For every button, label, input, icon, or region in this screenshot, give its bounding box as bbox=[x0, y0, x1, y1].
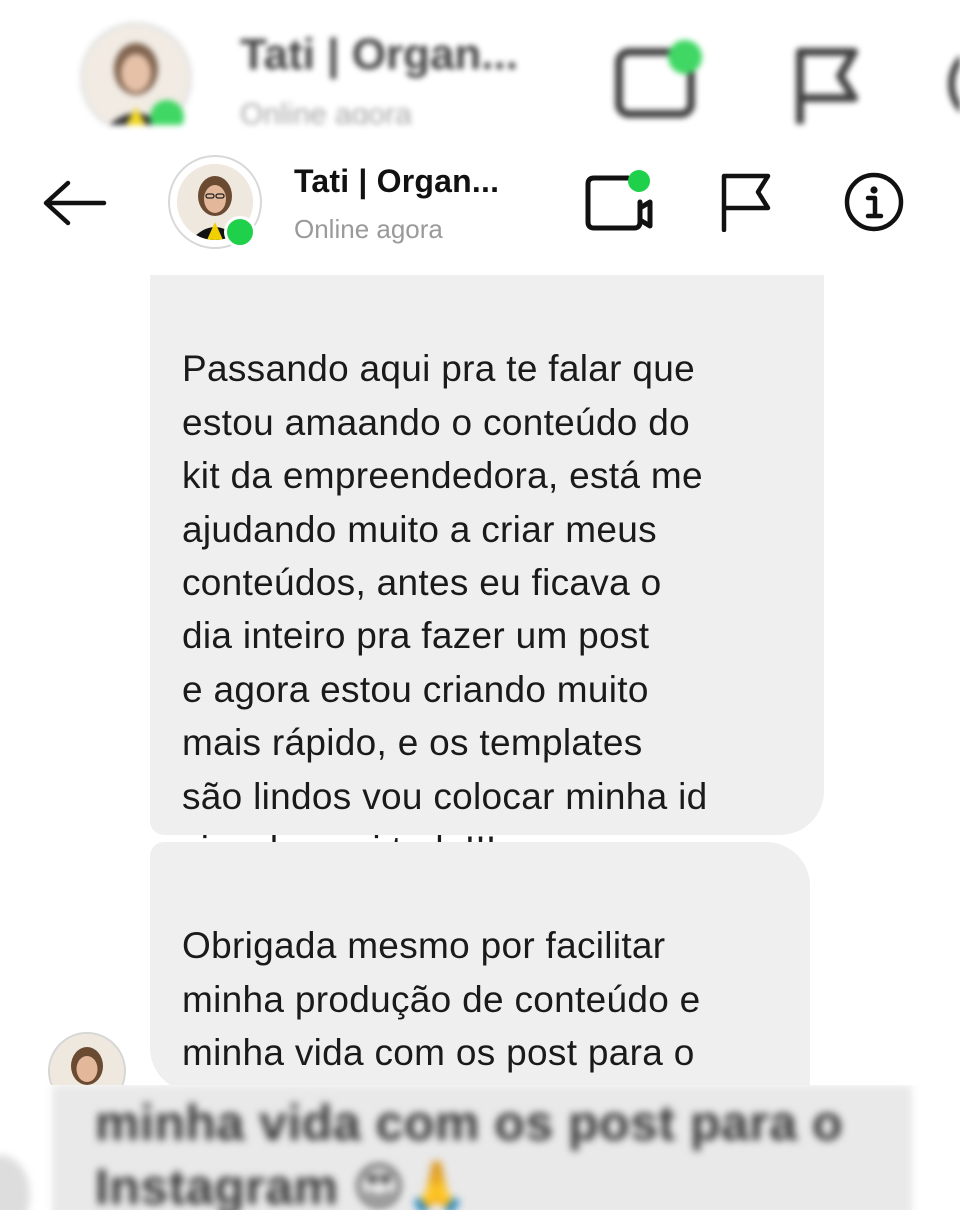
back-arrow-icon[interactable] bbox=[40, 178, 108, 228]
message-list[interactable]: Passando aqui pra te falar que estou ama… bbox=[0, 265, 960, 1127]
message-text: Passando aqui pra te falar que estou ama… bbox=[182, 348, 708, 870]
echo-avatar-fragment bbox=[0, 1155, 30, 1210]
blurred-header-echo: Tati | Organ... Online agora bbox=[0, 0, 960, 125]
chat-header bbox=[0, 140, 960, 265]
message-bubble[interactable]: Passando aqui pra te falar que estou ama… bbox=[150, 275, 824, 870]
online-status-dot bbox=[224, 216, 256, 248]
flag-icon[interactable] bbox=[716, 170, 774, 232]
echo-status: Online agora bbox=[240, 98, 412, 125]
message-bubble[interactable]: Obrigada mesmo por facilitar minha produ… bbox=[150, 842, 810, 1127]
video-call-icon[interactable] bbox=[584, 168, 656, 232]
blurred-message-echo: minha vida com os post para o Instagram … bbox=[0, 1085, 960, 1210]
echo-contact-name: Tati | Organ... bbox=[240, 30, 518, 79]
echo-video-dot bbox=[668, 40, 702, 74]
contact-name[interactable]: Tati | Organ... bbox=[294, 163, 499, 200]
info-icon[interactable] bbox=[842, 170, 906, 234]
contact-status: Online agora bbox=[294, 214, 443, 244]
echo-flag-icon bbox=[796, 48, 858, 124]
echo-message-text: minha vida com os post para o Instagram … bbox=[95, 1095, 843, 1210]
echo-info-icon bbox=[948, 42, 960, 125]
